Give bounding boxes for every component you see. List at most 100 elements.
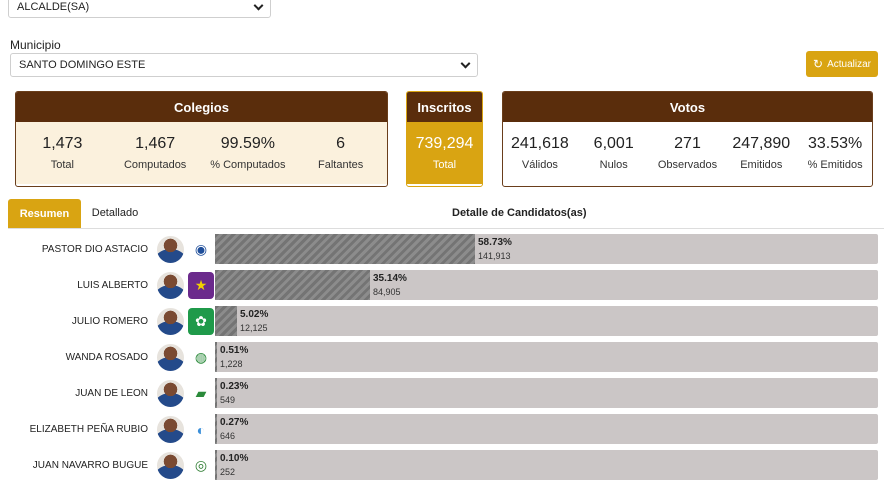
fp-logo-icon: ✿ (188, 308, 214, 335)
colegios-computados-stat: 1,467 Computados (109, 135, 202, 171)
result-bar-fill (215, 342, 217, 372)
stat-label: % Computados (210, 159, 286, 171)
votos-card: Votos 241,618 Válidos 6,001 Nulos 271 Ob… (502, 91, 873, 187)
candidate-photo (157, 416, 184, 443)
result-bar-track: 0.23% 549 (215, 378, 878, 408)
candidate-row: PASTOR DIO ASTACIO ◉ 58.73% 141,913 (0, 234, 896, 264)
party-globe-icon: ◎ (188, 452, 214, 479)
inscritos-card: Inscritos 739,294 Total (406, 91, 483, 187)
candidate-row: ELIZABETH PEÑA RUBIO ◐ 0.27% 646 (0, 414, 896, 444)
candidate-photo (157, 452, 184, 479)
stat-label: % Emitidos (807, 159, 863, 171)
result-votes: 84,905 (373, 287, 401, 297)
chevron-down-icon (253, 0, 264, 11)
result-bar-fill (215, 306, 237, 336)
stat-label: Nulos (599, 159, 628, 171)
stat-label: Emitidos (740, 159, 783, 171)
result-percentage: 0.27% (220, 417, 249, 428)
candidate-name: LUIS ALBERTO (77, 279, 148, 291)
colegios-title: Colegios (16, 92, 387, 122)
candidate-name: JUAN DE LEON (75, 387, 148, 399)
result-bar-fill (215, 270, 370, 300)
stat-value: 247,890 (732, 135, 791, 152)
result-percentage: 58.73% (478, 237, 512, 248)
stat-label: Total (432, 159, 457, 171)
votos-title: Votos (503, 92, 872, 122)
detalle-candidatos-title: Detalle de Candidatos(as) (452, 207, 587, 219)
result-percentage: 0.10% (220, 453, 249, 464)
stat-label: Total (50, 159, 74, 171)
candidate-row: JUAN NAVARRO BUGUE ◎ 0.10% 252 (0, 450, 896, 480)
refresh-icon: ↻ (813, 57, 824, 71)
tab-detallado[interactable]: Detallado (84, 199, 146, 227)
stat-value: 33.53% (807, 135, 863, 152)
result-bar-track: 35.14% 84,905 (215, 270, 878, 300)
party-torch-icon: ◍ (188, 344, 214, 371)
chevron-down-icon (460, 58, 471, 69)
candidate-row: JULIO ROMERO ✿ 5.02% 12,125 (0, 306, 896, 336)
pld-star-icon: ★ (188, 272, 214, 299)
candidate-name: WANDA ROSADO (65, 351, 148, 363)
stat-label: Faltantes (318, 159, 364, 171)
stat-label: Observados (657, 159, 718, 171)
stat-value: 99.59% (220, 135, 275, 152)
result-bar-fill (215, 450, 217, 480)
candidate-name: JUAN NAVARRO BUGUE (32, 459, 148, 471)
municipio-select[interactable]: SANTO DOMINGO ESTE (10, 53, 478, 77)
cargo-select[interactable]: ALCALDE(SA) (8, 0, 271, 18)
result-percentage: 0.51% (220, 345, 249, 356)
colegios-pct-computados-stat: 99.59% % Computados (202, 135, 295, 171)
stat-value: 1,473 (42, 135, 83, 152)
result-bar-track: 58.73% 141,913 (215, 234, 878, 264)
candidate-row: WANDA ROSADO ◍ 0.51% 1,228 (0, 342, 896, 372)
result-bar-track: 0.27% 646 (215, 414, 878, 444)
stat-value: 6,001 (593, 135, 634, 152)
votos-pct-emitidos-stat: 33.53% % Emitidos (798, 135, 872, 171)
tab-resumen[interactable]: Resumen (8, 199, 81, 228)
result-bar-fill (215, 414, 217, 444)
stat-value: 271 (674, 135, 701, 152)
actualizar-label: Actualizar (827, 58, 871, 70)
stat-value: 241,618 (510, 135, 569, 152)
result-votes: 141,913 (478, 251, 511, 261)
result-votes: 646 (220, 431, 236, 441)
cargo-select-value: ALCALDE(SA) (17, 1, 90, 13)
result-votes: 549 (220, 395, 236, 405)
party-circle-icon: ◐ (188, 416, 214, 443)
result-votes: 12,125 (240, 323, 268, 333)
result-percentage: 35.14% (373, 273, 407, 284)
result-bar-track: 0.51% 1,228 (215, 342, 878, 372)
candidate-name: JULIO ROMERO (71, 315, 148, 327)
colegios-total-stat: 1,473 Total (16, 135, 109, 171)
inscritos-title: Inscritos (407, 92, 482, 122)
result-votes: 252 (220, 467, 236, 477)
candidate-row: JUAN DE LEON ▰ 0.23% 549 (0, 378, 896, 408)
candidate-photo (157, 344, 184, 371)
result-bar-fill (215, 378, 217, 408)
inscritos-total-stat: 739,294 Total (407, 135, 482, 171)
result-percentage: 0.23% (220, 381, 249, 392)
municipio-select-value: SANTO DOMINGO ESTE (19, 59, 146, 71)
votos-observados-stat: 271 Observados (651, 135, 725, 171)
stat-value: 6 (336, 135, 346, 152)
actualizar-button[interactable]: ↻ Actualizar (806, 51, 878, 77)
candidate-photo (157, 380, 184, 407)
candidate-name: ELIZABETH PEÑA RUBIO (29, 423, 148, 435)
stat-value: 1,467 (135, 135, 176, 152)
votos-emitidos-stat: 247,890 Emitidos (724, 135, 798, 171)
result-bar-track: 0.10% 252 (215, 450, 878, 480)
stat-label: Computados (123, 159, 187, 171)
candidate-photo (157, 236, 184, 263)
stat-value: 739,294 (415, 135, 474, 152)
party-map-icon: ▰ (188, 380, 214, 407)
candidate-photo (157, 308, 184, 335)
result-votes: 1,228 (220, 359, 243, 369)
candidate-name: PASTOR DIO ASTACIO (41, 243, 148, 255)
result-percentage: 5.02% (240, 309, 269, 320)
tabs-divider (8, 228, 884, 229)
stat-label: Válidos (521, 159, 558, 171)
result-bar-track: 5.02% 12,125 (215, 306, 878, 336)
candidate-photo (157, 272, 184, 299)
votos-validos-stat: 241,618 Válidos (503, 135, 577, 171)
candidate-row: LUIS ALBERTO ★ 35.14% 84,905 (0, 270, 896, 300)
